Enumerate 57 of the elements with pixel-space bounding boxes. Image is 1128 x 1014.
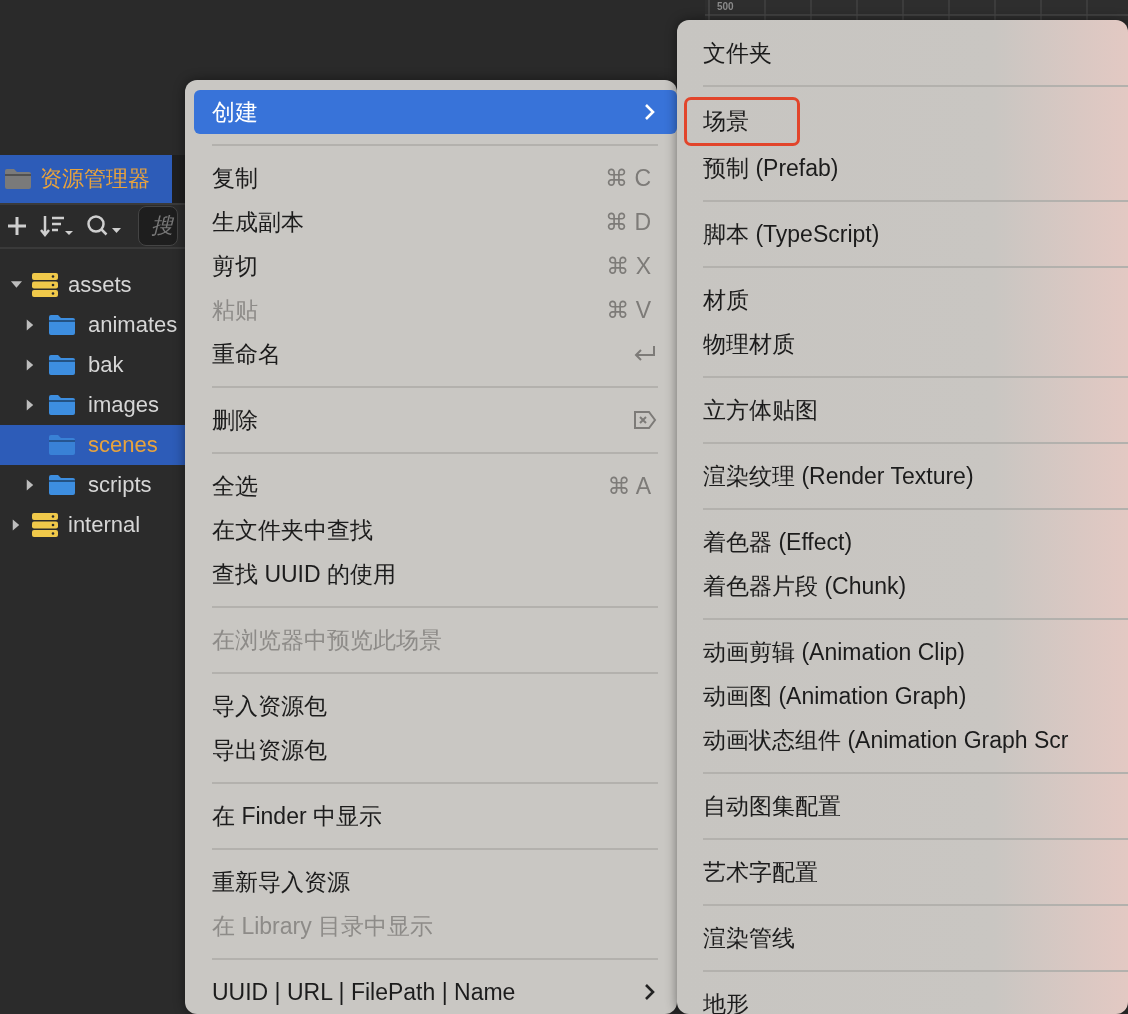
tree-item[interactable]: bak [0,345,185,385]
folder-icon [48,394,76,416]
ruler-label: 500 [717,1,734,13]
menu-item[interactable]: UUID | URL | FilePath | Name [194,970,677,1014]
database-icon [32,513,58,537]
folder-icon [4,168,32,190]
tree-item[interactable]: images [0,385,185,425]
menu-item[interactable]: 物理材质 [677,322,1128,366]
menu-item[interactable]: 动画状态组件 (Animation Graph Scr [677,718,1128,762]
menu-item[interactable]: 在文件夹中查找 [194,508,677,552]
menu-item[interactable]: 重命名 [194,332,677,376]
tree-item[interactable]: scripts [0,465,185,505]
chevron-right-icon [643,982,657,1002]
menu-item[interactable]: 文件夹 [677,31,1128,75]
tree-item[interactable]: animates [0,305,185,345]
menu-item[interactable]: 着色器 (Effect) [677,520,1128,564]
menu-item[interactable]: 预制 (Prefab) [677,146,1128,190]
highlighted-menu-item[interactable]: 创建 [194,90,677,134]
delete-key-icon [633,410,657,430]
collapsed-arrow-icon[interactable] [24,398,36,412]
menu-item[interactable]: 渲染纹理 (Render Texture) [677,454,1128,498]
menu-item[interactable]: 场景 [677,97,1128,146]
tree-item[interactable]: assets [0,265,185,305]
menu-item[interactable]: 生成副本 ⌘ D [194,200,677,244]
collapsed-arrow-icon[interactable] [24,318,36,332]
menu-item[interactable]: 复制 ⌘ C [194,156,677,200]
menu-item[interactable]: 在 Finder 中显示 [194,794,677,838]
search-field[interactable]: 搜 [138,206,178,246]
menu-item[interactable]: 着色器片段 (Chunk) [677,564,1128,608]
menu-item[interactable]: 删除 [194,398,677,442]
menu-item[interactable]: 查找 UUID 的使用 [194,552,677,596]
menu-item[interactable]: 立方体贴图 [677,388,1128,432]
folder-icon [48,434,76,456]
menu-item[interactable]: 剪切 ⌘ X [194,244,677,288]
folder-icon [48,354,76,376]
add-icon[interactable] [6,215,28,237]
menu-item[interactable]: 重新导入资源 [194,860,677,904]
collapsed-arrow-icon[interactable] [24,358,36,372]
menu-item[interactable]: 脚本 (TypeScript) [677,212,1128,256]
collapsed-arrow-icon[interactable] [24,478,36,492]
sort-icon[interactable] [40,214,74,238]
menu-item[interactable]: 艺术字配置 [677,850,1128,894]
collapsed-arrow-icon[interactable] [10,518,22,532]
menu-item[interactable]: 全选 ⌘ A [194,464,677,508]
database-icon [32,273,58,297]
tree-item[interactable]: internal [0,505,185,545]
menu-item[interactable]: 动画剪辑 (Animation Clip) [677,630,1128,674]
chevron-right-icon [643,102,657,122]
menu-item[interactable]: 材质 [677,278,1128,322]
menu-item[interactable]: 导出资源包 [194,728,677,772]
search-icon[interactable] [86,214,122,238]
menu-item[interactable]: 导入资源包 [194,684,677,728]
folder-icon [48,314,76,336]
menu-item[interactable]: 动画图 (Animation Graph) [677,674,1128,718]
menu-item[interactable]: 渲染管线 [677,916,1128,960]
folder-icon [48,474,76,496]
menu-item[interactable]: 自动图集配置 [677,784,1128,828]
